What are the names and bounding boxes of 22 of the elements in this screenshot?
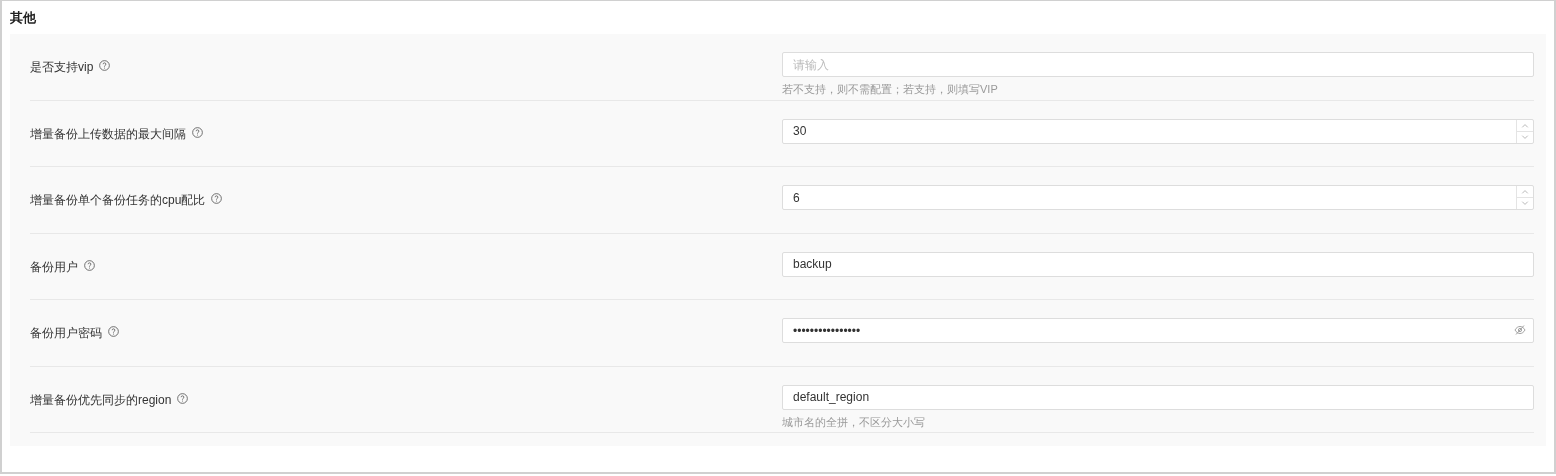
input-field[interactable]: 30 <box>782 118 1534 144</box>
help-text: 若不支持，则不需配置；若支持，则填写VIP <box>782 82 999 97</box>
input-field[interactable]: •••••••••••••••• <box>782 318 1534 343</box>
help-icon <box>177 392 189 404</box>
field-label: 备份用户密码 <box>30 325 102 342</box>
field-label: 增量备份优先同步的region <box>30 391 172 409</box>
help-icon <box>192 126 203 138</box>
field-label: 是否支持vip <box>30 59 94 76</box>
help-icon <box>84 259 95 271</box>
eye-slash-icon[interactable] <box>1514 324 1526 336</box>
field-label: 增量备份上传数据的最大间隔 <box>30 125 186 143</box>
help-text: 城市名的全拼，不区分大小写 <box>782 414 926 430</box>
input-field[interactable]: default_region <box>782 384 1534 410</box>
field-label: 增量备份单个备份任务的cpu配比 <box>30 192 206 209</box>
field-label: 备份用户 <box>30 258 78 276</box>
input-field[interactable]: 请输入 <box>782 52 1534 77</box>
help-icon <box>211 193 223 204</box>
input-field[interactable]: backup <box>782 251 1534 277</box>
help-icon <box>108 326 119 337</box>
section-title: 其他 <box>10 9 37 27</box>
input-field[interactable]: 6 <box>782 185 1534 210</box>
help-icon <box>99 60 111 71</box>
